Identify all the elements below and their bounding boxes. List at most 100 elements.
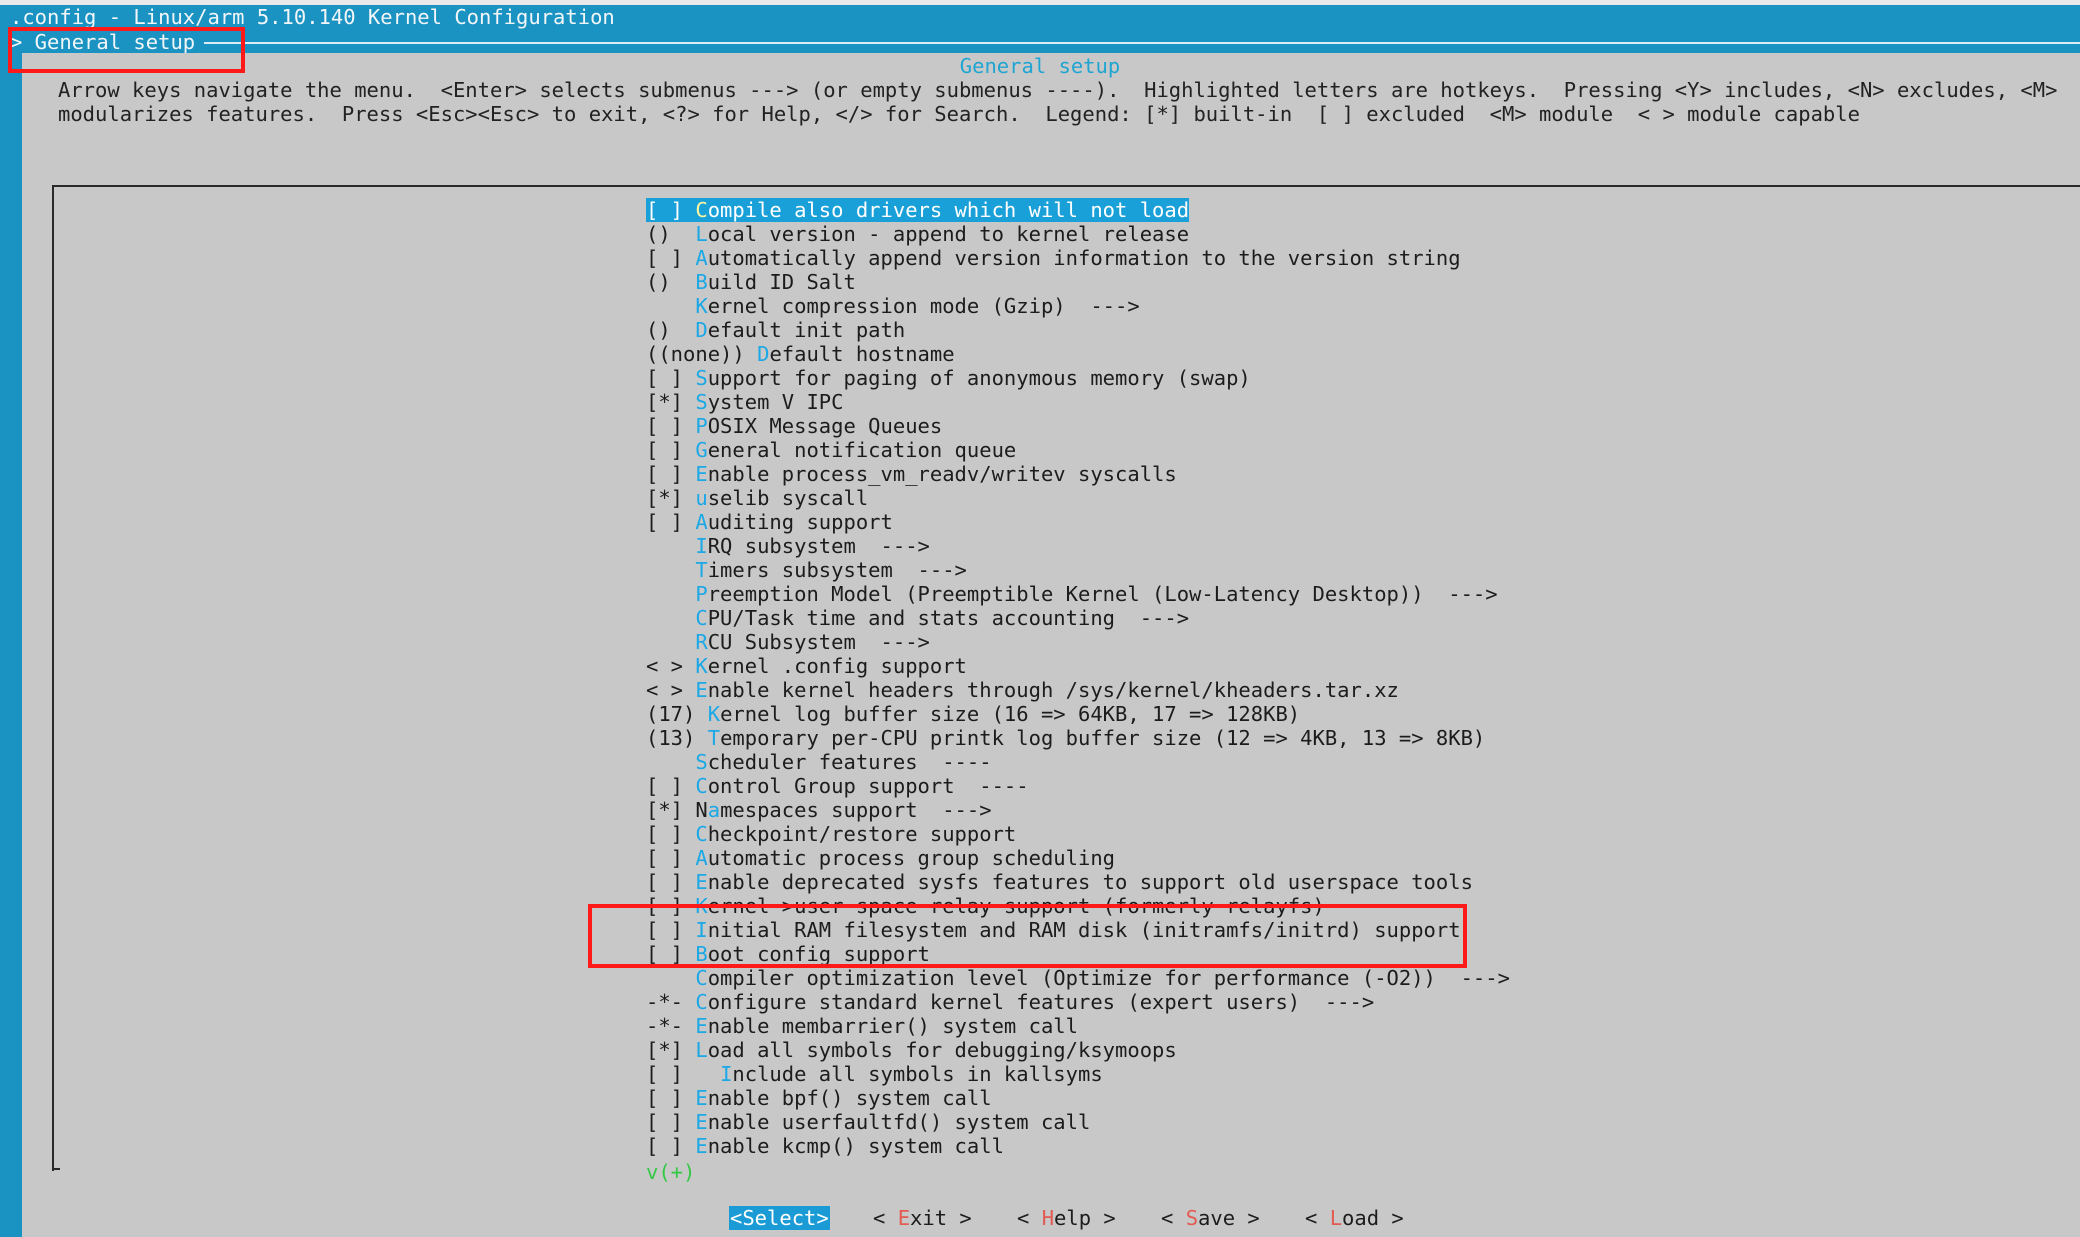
menu-item-hotkey: I [695, 918, 708, 942]
menu-item[interactable]: < > Enable kernel headers through /sys/k… [646, 678, 1510, 702]
menu-item[interactable]: ((none)) Default hostname [646, 342, 1510, 366]
menu-item-prefix: [*] [646, 486, 696, 510]
menu-item[interactable]: [ ] Control Group support ---- [646, 774, 1510, 798]
menu-item-content: [ ] Automatically append version informa… [646, 246, 1461, 270]
menu-item[interactable]: -*- Enable membarrier() system call [646, 1014, 1510, 1038]
menu-item-label: reemption Model (Preemptible Kernel (Low… [707, 582, 1498, 606]
menu-item-content: () Build ID Salt [646, 270, 856, 294]
menu-item[interactable]: (13) Temporary per-CPU printk log buffer… [646, 726, 1510, 750]
menu-item-prefix: [*] [646, 1038, 696, 1062]
menu-item-content: () Local version - append to kernel rele… [646, 222, 1189, 246]
menu-item[interactable]: Preemption Model (Preemptible Kernel (Lo… [646, 582, 1510, 606]
menu-item[interactable]: RCU Subsystem ---> [646, 630, 1510, 654]
menu-item-label: uild ID Salt [707, 270, 856, 294]
menu-item[interactable]: [ ] Enable userfaultfd() system call [646, 1110, 1510, 1134]
menu-item-content: [ ] Enable bpf() system call [646, 1086, 992, 1110]
exit-button[interactable]: < Exit > [873, 1206, 972, 1230]
menu-item-hotkey: E [695, 462, 708, 486]
menu-item-prefix: [ ] [646, 414, 696, 438]
menu-item[interactable]: Kernel compression mode (Gzip) ---> [646, 294, 1510, 318]
menu-item[interactable]: (17) Kernel log buffer size (16 => 64KB,… [646, 702, 1510, 726]
help-text-line-2: modularizes features. Press <Esc><Esc> t… [58, 102, 1860, 126]
menu-item[interactable]: [ ] Initial RAM filesystem and RAM disk … [646, 918, 1510, 942]
menu-item-label: nable kernel headers through /sys/kernel… [707, 678, 1399, 702]
menu-item-prefix: [ ] [646, 1134, 696, 1158]
menu-item-content: (17) Kernel log buffer size (16 => 64KB,… [646, 702, 1300, 726]
menu-item-hotkey: R [695, 630, 708, 654]
menu-item[interactable]: [ ] Enable deprecated sysfs features to … [646, 870, 1510, 894]
menu-item-prefix: () [646, 222, 696, 246]
menu-item-prefix: [ ] [646, 366, 696, 390]
select-button[interactable]: <Select> [729, 1206, 830, 1230]
menu-item-content: [ ] Enable kcmp() system call [646, 1134, 1004, 1158]
menu-item-prefix: < > [646, 678, 696, 702]
menu-item[interactable]: Timers subsystem ---> [646, 558, 1510, 582]
load-button[interactable]: < Load > [1305, 1206, 1404, 1230]
menu-item-content: [ ] POSIX Message Queues [646, 414, 942, 438]
menu-item[interactable]: [ ] Kernel->user space relay support (fo… [646, 894, 1510, 918]
menu-item-label: uditing support [707, 510, 893, 534]
menu-item-content: [ ] Enable process_vm_readv/writev sysca… [646, 462, 1177, 486]
menu-item-hotkey: I [695, 534, 708, 558]
menu-item-content: [*] uselib syscall [646, 486, 868, 510]
menu-item-prefix: () [646, 270, 696, 294]
menu-list: [ ] Compile also drivers which will not … [646, 198, 1510, 1158]
menu-item-content: [ ] Compile also drivers which will not … [646, 198, 1190, 222]
menu-item-label: nable deprecated sysfs features to suppo… [707, 870, 1473, 894]
menu-item[interactable]: [ ] Automatic process group scheduling [646, 846, 1510, 870]
menu-item[interactable]: [*] Namespaces support ---> [646, 798, 1510, 822]
menu-item[interactable]: () Build ID Salt [646, 270, 1510, 294]
menu-item-content: IRQ subsystem ---> [646, 534, 930, 558]
save-button[interactable]: < Save > [1161, 1206, 1260, 1230]
menu-item-hotkey: A [695, 246, 708, 270]
menu-item[interactable]: [*] System V IPC [646, 390, 1510, 414]
menu-item-hotkey: K [695, 294, 708, 318]
menu-item[interactable]: [ ] Enable bpf() system call [646, 1086, 1510, 1110]
menu-item-prefix: [ ] [646, 870, 696, 894]
menu-item[interactable]: [ ] Enable process_vm_readv/writev sysca… [646, 462, 1510, 486]
menu-item[interactable]: [*] Load all symbols for debugging/ksymo… [646, 1038, 1510, 1062]
menu-item[interactable]: < > Kernel .config support [646, 654, 1510, 678]
menu-item-hotkey: E [695, 1134, 708, 1158]
menu-item-prefix: [ ] [646, 774, 696, 798]
menu-item-content: < > Enable kernel headers through /sys/k… [646, 678, 1399, 702]
menu-item-prefix: [ ] [646, 198, 696, 222]
menu-item-hotkey: C [695, 990, 708, 1014]
menu-item[interactable]: -*- Configure standard kernel features (… [646, 990, 1510, 1014]
menu-item-label: efault init path [707, 318, 906, 342]
menu-item-prefix [646, 582, 695, 606]
menu-item[interactable]: [ ] Automatically append version informa… [646, 246, 1510, 270]
menu-item[interactable]: [ ] General notification queue [646, 438, 1510, 462]
menu-item[interactable]: [ ] Compile also drivers which will not … [646, 198, 1510, 222]
menu-item-content: [ ] Automatic process group scheduling [646, 846, 1115, 870]
menu-item[interactable]: () Local version - append to kernel rele… [646, 222, 1510, 246]
menu-item-hotkey: A [695, 846, 708, 870]
menu-item-hotkey: I [720, 1062, 733, 1086]
menu-item[interactable]: [ ] Support for paging of anonymous memo… [646, 366, 1510, 390]
help-text-line-1: Arrow keys navigate the menu. <Enter> se… [58, 78, 2058, 102]
menu-item[interactable]: Compiler optimization level (Optimize fo… [646, 966, 1510, 990]
window-title: .config - Linux/arm 5.10.140 Kernel Conf… [10, 5, 615, 29]
menu-item-prefix: [ ] [646, 1062, 721, 1086]
menu-item-content: [ ] General notification queue [646, 438, 1016, 462]
exit-button-label: xit [910, 1206, 948, 1230]
menu-item[interactable]: [ ] Include all symbols in kallsyms [646, 1062, 1510, 1086]
save-button-close: > [1235, 1206, 1260, 1230]
menu-item[interactable]: [ ] Boot config support [646, 942, 1510, 966]
menu-item[interactable]: Scheduler features ---- [646, 750, 1510, 774]
menu-item[interactable]: [ ] Checkpoint/restore support [646, 822, 1510, 846]
menu-item-content: -*- Configure standard kernel features (… [646, 990, 1374, 1014]
menu-item[interactable]: CPU/Task time and stats accounting ---> [646, 606, 1510, 630]
menu-item-prefix: [*] [646, 390, 696, 414]
menu-item[interactable]: [ ] POSIX Message Queues [646, 414, 1510, 438]
menu-item-label: efault hostname [769, 342, 955, 366]
menu-item[interactable]: [ ] Auditing support [646, 510, 1510, 534]
menu-box-corner [52, 1168, 60, 1170]
menu-item-prefix: [ ] [646, 438, 696, 462]
menu-item-prefix: [ ] [646, 846, 696, 870]
help-button[interactable]: < Help > [1017, 1206, 1116, 1230]
menu-item[interactable]: () Default init path [646, 318, 1510, 342]
menu-item[interactable]: [*] uselib syscall [646, 486, 1510, 510]
menu-item[interactable]: IRQ subsystem ---> [646, 534, 1510, 558]
menu-item[interactable]: [ ] Enable kcmp() system call [646, 1134, 1510, 1158]
